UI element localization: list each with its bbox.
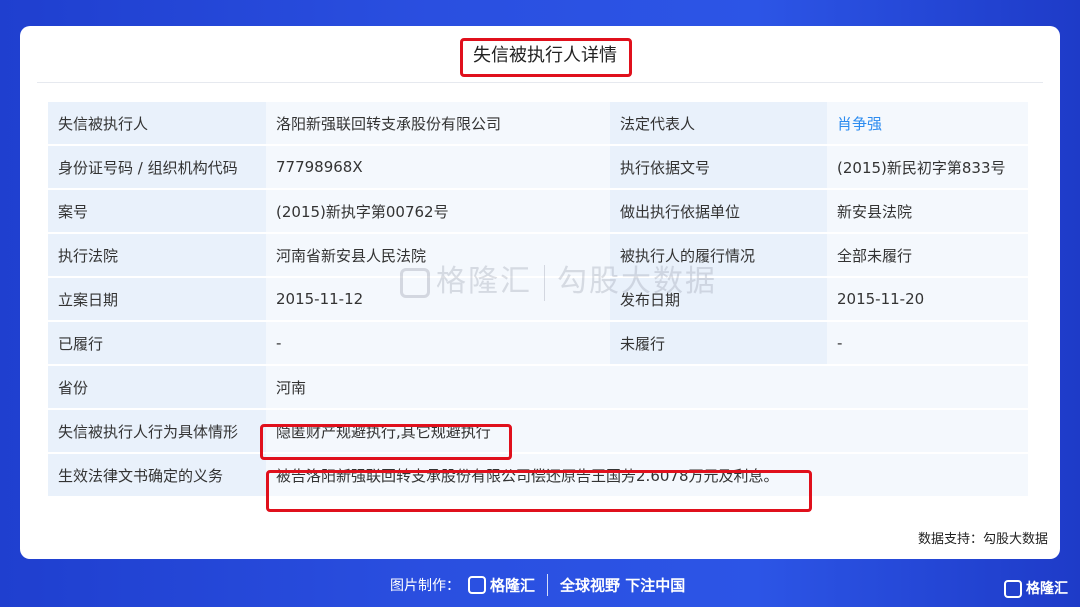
- made-by-label: 图片制作：: [390, 578, 460, 594]
- footer-brand: 格隆汇: [490, 576, 536, 595]
- footer-divider: [547, 574, 549, 596]
- value-cell: 新安县法院: [827, 190, 1028, 234]
- label-cell: 案号: [48, 190, 266, 234]
- watermark-brand: 格隆汇: [436, 264, 532, 299]
- label-cell: 失信被执行人行为具体情形: [48, 410, 266, 454]
- table-row: 省份 河南: [48, 366, 1028, 410]
- table-row: 失信被执行人行为具体情形 隐匿财产规避执行,其它规避执行: [48, 410, 1028, 454]
- value-cell: -: [827, 322, 1028, 366]
- value-cell: 2015-11-20: [827, 278, 1028, 322]
- table-row: 失信被执行人 洛阳新强联回转支承股份有限公司 法定代表人 肖争强: [48, 102, 1028, 146]
- value-cell: 77798968X: [266, 146, 610, 190]
- watermark-divider: [544, 264, 545, 301]
- label-cell: 生效法律文书确定的义务: [48, 454, 266, 498]
- corner-brand: 格隆汇: [1004, 578, 1068, 598]
- legal-representative-link[interactable]: 肖争强: [827, 102, 1028, 146]
- value-cell: 洛阳新强联回转支承股份有限公司: [266, 102, 610, 146]
- value-cell: (2015)新民初字第833号: [827, 146, 1028, 190]
- label-cell: 省份: [48, 366, 266, 410]
- label-cell: 执行法院: [48, 234, 266, 278]
- label-cell: 失信被执行人: [48, 102, 266, 146]
- behavior-highlight-box: [260, 424, 512, 460]
- legal-representative-name[interactable]: 肖争强: [837, 115, 882, 133]
- detail-card: 失信被执行人详情 失信被执行人 洛阳新强联回转支承股份有限公司 法定代表人 肖争…: [20, 26, 1060, 559]
- table-row: 案号 (2015)新执字第00762号 做出执行依据单位 新安县法院: [48, 190, 1028, 234]
- brand-logo-icon: [468, 576, 486, 594]
- watermark-text: 勾股大数据: [557, 264, 717, 299]
- watermark: 格隆汇 勾股大数据: [400, 256, 717, 301]
- label-cell: 立案日期: [48, 278, 266, 322]
- label-cell: 已履行: [48, 322, 266, 366]
- label-cell: 做出执行依据单位: [610, 190, 827, 234]
- title-highlight-box: [460, 38, 632, 77]
- value-cell: (2015)新执字第00762号: [266, 190, 610, 234]
- watermark-logo-icon: [400, 267, 430, 298]
- obligation-highlight-box: [266, 470, 812, 512]
- footer: 图片制作： 格隆汇 全球视野 下注中国: [0, 568, 1080, 602]
- data-source: 数据支持：勾股大数据: [917, 532, 1048, 547]
- label-cell: 法定代表人: [610, 102, 827, 146]
- table-row: 身份证号码 / 组织机构代码 77798968X 执行依据文号 (2015)新民…: [48, 146, 1028, 190]
- table-row: 已履行 - 未履行 -: [48, 322, 1028, 366]
- title-divider: [37, 82, 1043, 83]
- value-cell: 河南: [266, 366, 1028, 410]
- value-cell: -: [266, 322, 610, 366]
- corner-brand-text: 格隆汇: [1026, 581, 1068, 597]
- corner-logo-icon: [1004, 580, 1022, 598]
- label-cell: 未履行: [610, 322, 827, 366]
- label-cell: 执行依据文号: [610, 146, 827, 190]
- footer-slogan: 全球视野 下注中国: [560, 576, 686, 595]
- value-cell: 全部未履行: [827, 234, 1028, 278]
- label-cell: 身份证号码 / 组织机构代码: [48, 146, 266, 190]
